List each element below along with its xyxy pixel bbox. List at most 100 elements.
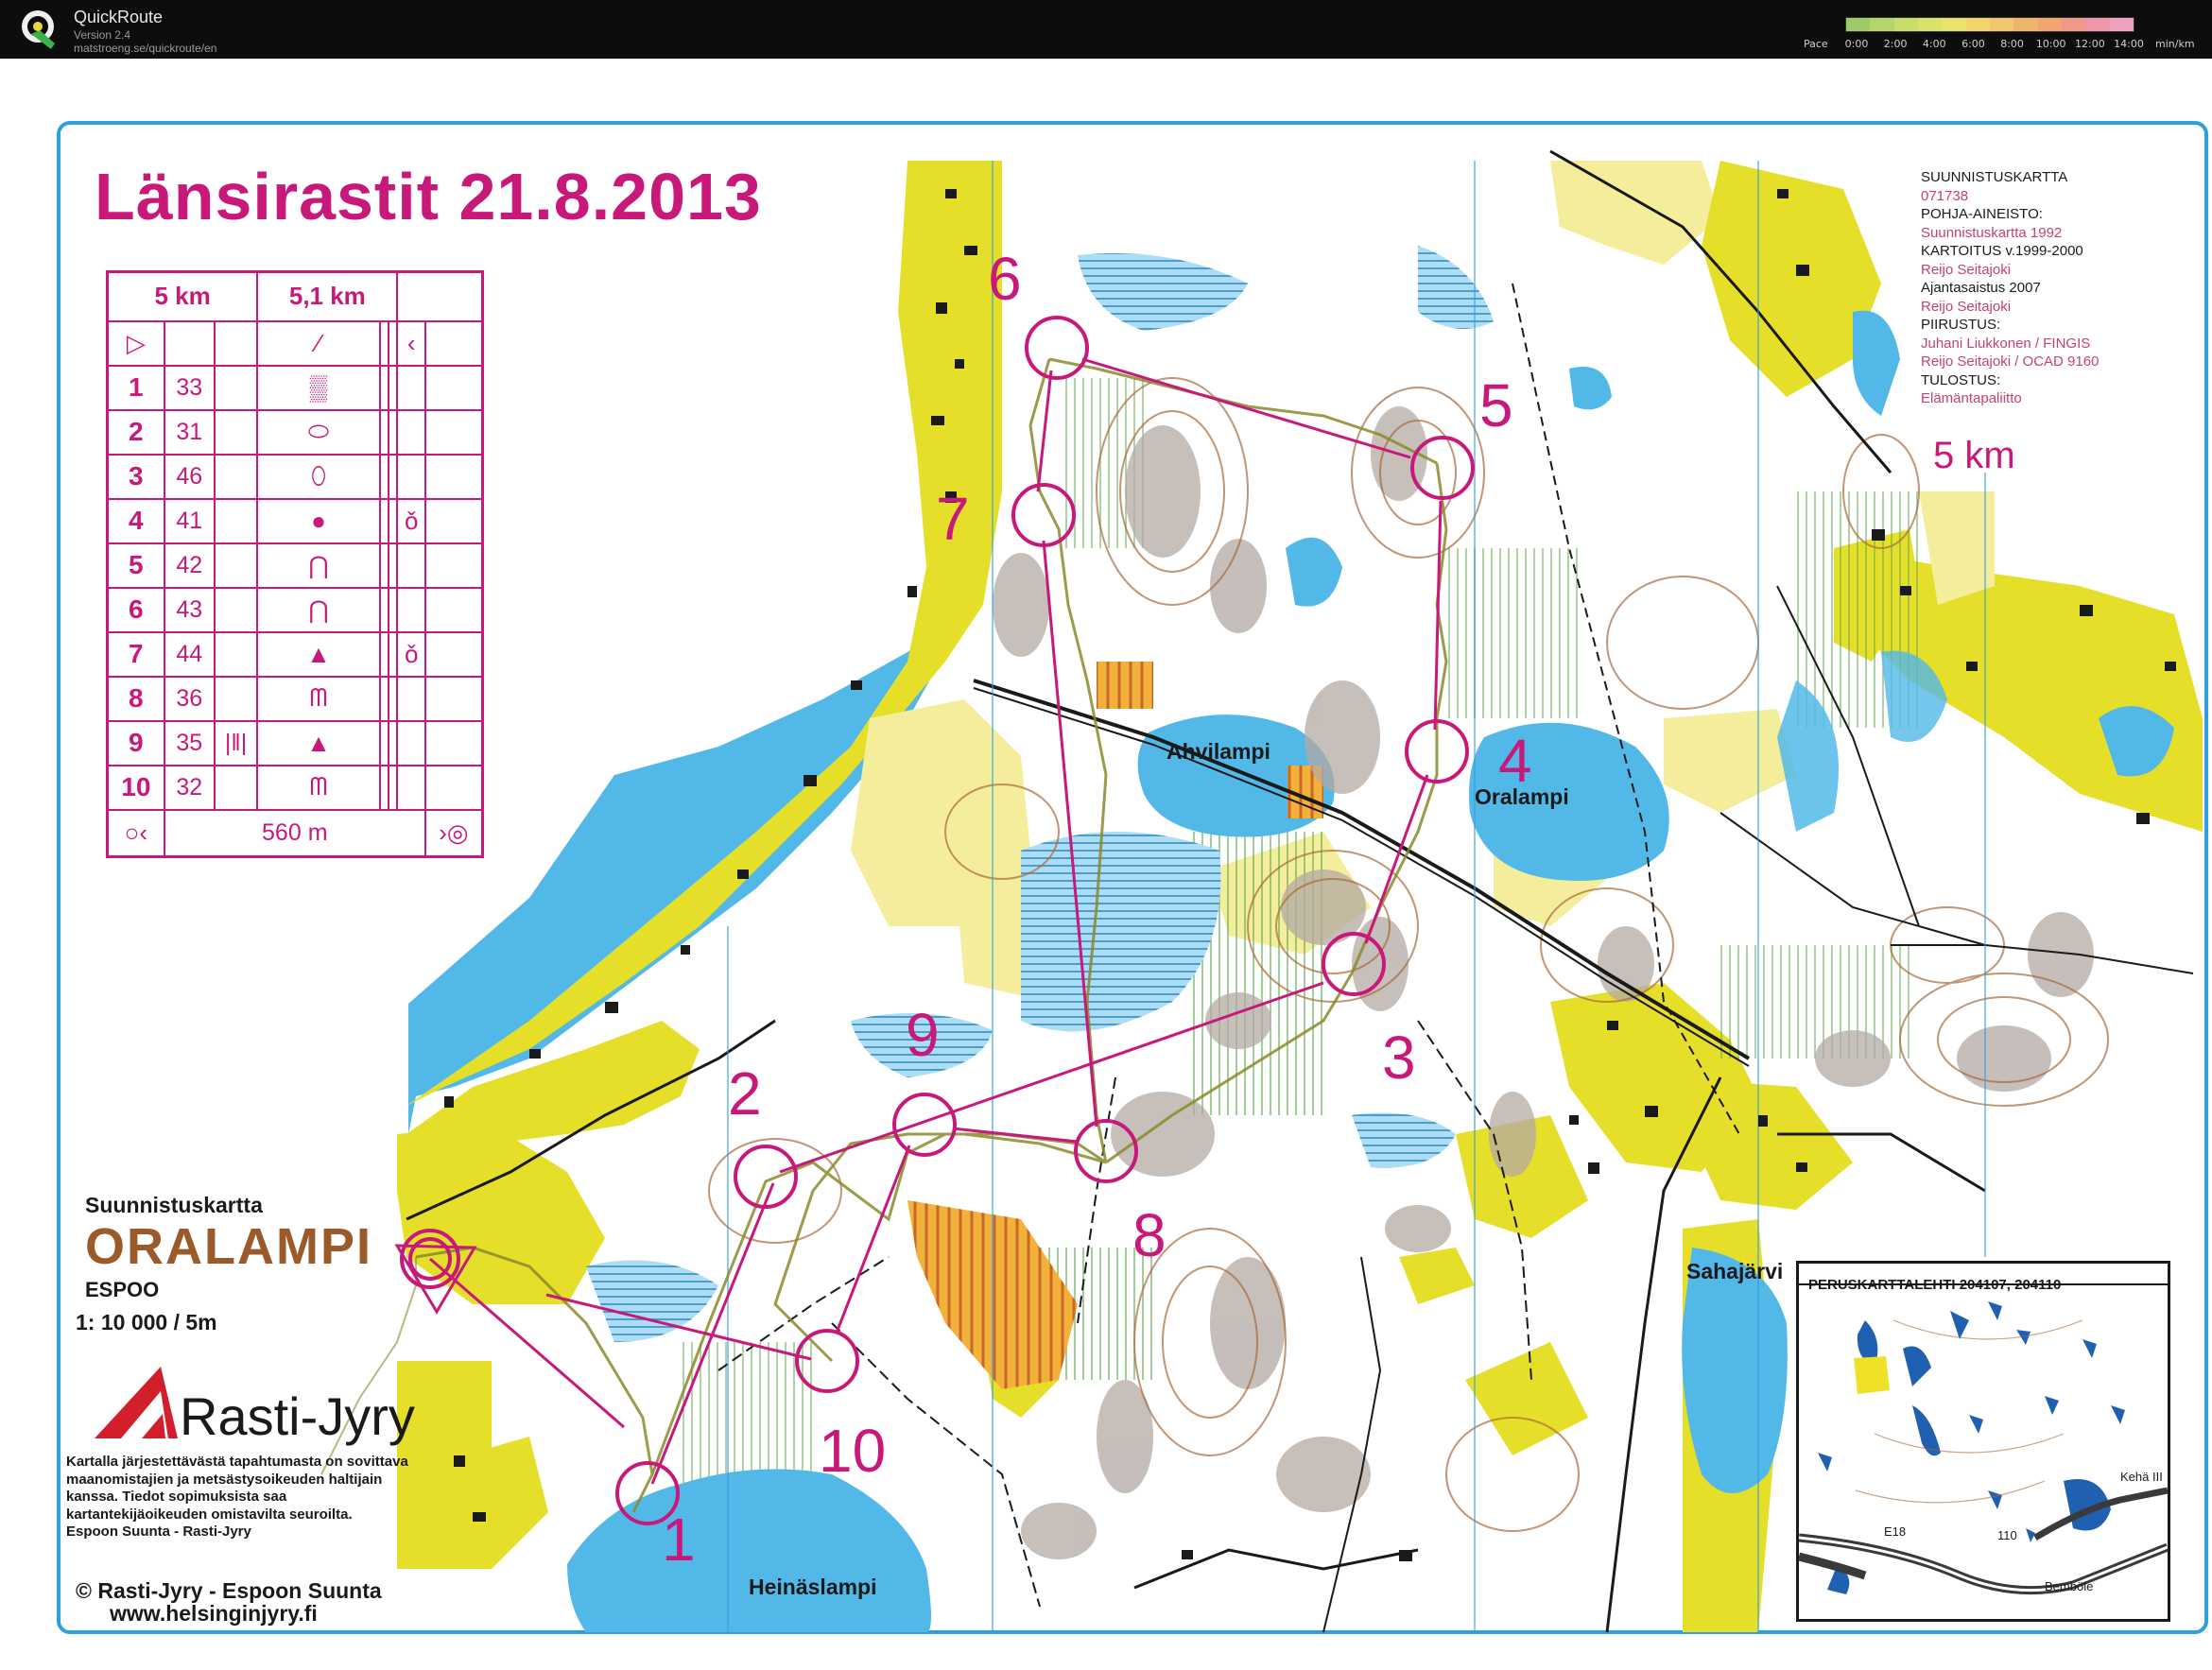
inset-title: PERUSKARTTALEHTI 204107, 204110 [1808, 1277, 2062, 1293]
lake-label-heinaslampi: Heinäslampi [749, 1575, 877, 1599]
pace-color-segment [1942, 18, 1966, 31]
desc-column-e [378, 586, 390, 633]
notice-text: Kartalla järjestettävästä tapahtumasta o… [66, 1454, 408, 1523]
inset-label-ring3: Kehä III [2120, 1470, 2163, 1484]
pace-color-segment [2085, 18, 2110, 31]
desc-column-e [378, 408, 390, 456]
pace-color-segment [2061, 18, 2086, 31]
map-scale: 1: 10 000 / 5m [76, 1310, 217, 1334]
pace-label: Pace [1804, 38, 1828, 50]
desc-header-course-b: 5,1 km [256, 270, 399, 322]
desc-feature-icon: ⋂ [256, 586, 381, 633]
pace-tick: 8:00 [2000, 38, 2024, 50]
pace-color-segment [2013, 18, 2038, 31]
pace-color-segment [2037, 18, 2062, 31]
desc-feature-icon: ▲ [256, 630, 381, 678]
desc-column-e [378, 364, 390, 411]
pace-color-scale[interactable] [1845, 17, 2134, 32]
credits-update-label: Ajantasaistus 2007 [1921, 280, 2041, 296]
bend-icon: ‹ [396, 319, 426, 367]
control-number-10[interactable]: 10 [819, 1416, 886, 1486]
desc-column-c [213, 764, 259, 811]
desc-row: 10 32 ᗰ [106, 764, 484, 811]
website-link[interactable]: www.helsinginjyry.fi [110, 1601, 318, 1627]
finish-arrow-icon: ○‹ [106, 808, 165, 858]
lake-label-sahajarvi: Sahajärvi [1686, 1259, 1784, 1283]
desc-column-h [423, 364, 484, 411]
desc-column-h [423, 719, 484, 766]
desc-column-e [378, 497, 390, 544]
desc-feature-icon: ᗰ [256, 675, 381, 722]
lake-label-ahvilampi: Ahvilampi [1166, 739, 1270, 764]
pace-color-segment [1870, 18, 1894, 31]
desc-row: 8 36 ᗰ [106, 675, 484, 722]
control-number-9[interactable]: 9 [906, 1000, 940, 1070]
map-name: ORALAMPI [85, 1218, 372, 1275]
desc-feature-icon: ⋂ [256, 542, 381, 589]
desc-control-number: 3 [106, 453, 165, 500]
app-name: QuickRoute [74, 8, 164, 26]
control-description-sheet: 5 km 5,1 km ▷ ⁄ ‹ 1 33 ▒ 2 31 ⬭ 3 46 ⬯ 4 41 ● ǒ 5 42 ⋂ 6… [106, 270, 484, 858]
desc-column-e [378, 542, 390, 589]
desc-column-f [388, 586, 399, 633]
path-crossing-icon: ⁄ [256, 319, 381, 367]
desc-control-number: 5 [106, 542, 165, 589]
credits-survey-value: Reijo Seitajoki [1921, 261, 2012, 278]
control-number-8[interactable]: 8 [1132, 1200, 1166, 1270]
control-number-1[interactable]: 1 [662, 1505, 696, 1575]
finish-distance: 560 m [163, 808, 426, 858]
desc-column-c [213, 586, 259, 633]
inset-map-drawing [1799, 1283, 2168, 1595]
desc-control-code: 36 [163, 675, 216, 722]
desc-column-f [388, 630, 399, 678]
map-type: Suunnistuskartta [85, 1193, 263, 1217]
credits-update-value: Reijo Seitajoki [1921, 298, 2012, 315]
control-number-7[interactable]: 7 [936, 484, 970, 554]
credits-drawing-label: PIIRUSTUS: [1921, 317, 2001, 333]
pace-color-segment [2109, 18, 2134, 31]
desc-control-code: 44 [163, 630, 216, 678]
desc-row: 4 41 ● ǒ [106, 497, 484, 544]
app-url[interactable]: matstroeng.se/quickroute/en [74, 42, 216, 55]
desc-column-e [378, 453, 390, 500]
desc-column-f [388, 453, 399, 500]
desc-column-e [378, 764, 390, 811]
desc-column-f [388, 408, 399, 456]
control-number-3[interactable]: 3 [1382, 1023, 1416, 1093]
desc-location-icon [396, 364, 426, 411]
pace-ticks: 0:00 2:00 4:00 6:00 8:00 10:00 12:00 14:00 [1843, 38, 2146, 51]
desc-location-icon [396, 719, 426, 766]
desc-column-f [388, 497, 399, 544]
course-length: 5 km [1933, 435, 2015, 476]
credits-print-value: Elämäntapaliitto [1921, 390, 2022, 406]
pace-color-segment [1917, 18, 1943, 31]
desc-row: 2 31 ⬭ [106, 408, 484, 456]
pace-tick: 2:00 [1883, 38, 1908, 50]
desc-control-code: 41 [163, 497, 216, 544]
desc-column-h [423, 453, 484, 500]
desc-column-f [388, 542, 399, 589]
landowner-notice: Kartalla järjestettävästä tapahtumasta o… [66, 1454, 416, 1541]
desc-column-e [378, 630, 390, 678]
desc-column-h [423, 542, 484, 589]
control-number-2[interactable]: 2 [728, 1059, 762, 1128]
desc-column-h [423, 408, 484, 456]
desc-feature-icon: ● [256, 497, 381, 544]
desc-row: 3 46 ⬯ [106, 453, 484, 500]
control-number-6[interactable]: 6 [988, 244, 1022, 314]
app-version: Version 2.4 [74, 28, 131, 42]
desc-location-icon [396, 764, 426, 811]
desc-location-icon [396, 453, 426, 500]
pace-color-segment [1989, 18, 2014, 31]
credits-title: SUUNNISTUSKARTTA [1921, 169, 2068, 185]
title-bar: QuickRoute Version 2.4 matstroeng.se/qui… [0, 0, 2212, 59]
start-triangle-icon: ▷ [106, 319, 165, 367]
desc-location-icon [396, 408, 426, 456]
credits-print-label: TULOSTUS: [1921, 371, 2001, 388]
inset-map[interactable]: PERUSKARTTALEHTI 204107, 204110 Kehä III… [1796, 1261, 2170, 1622]
control-number-5[interactable]: 5 [1479, 370, 1513, 440]
inset-label-road-110: 110 [1997, 1528, 2017, 1542]
desc-row: 1 33 ▒ [106, 364, 484, 411]
desc-feature-icon: ᗰ [256, 764, 381, 811]
desc-column-c [213, 497, 259, 544]
